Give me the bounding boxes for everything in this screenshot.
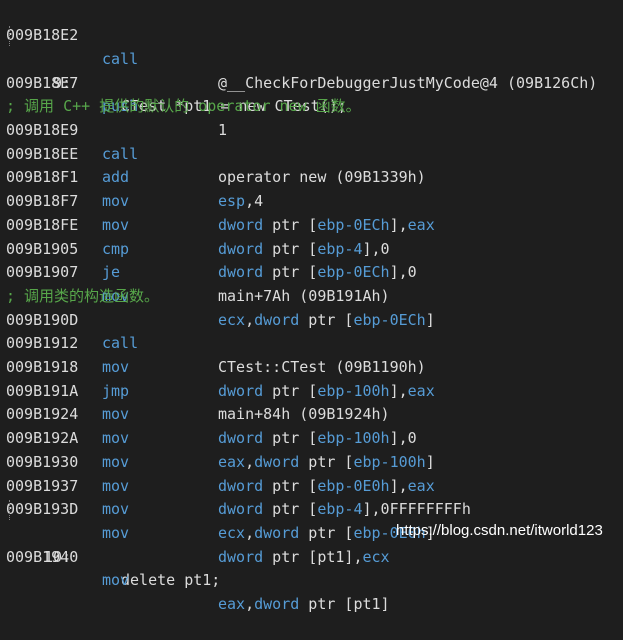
operand-text: , bbox=[245, 595, 255, 613]
asm-line[interactable]: 009B190D call CTest::CTest (09B1190h) bbox=[0, 285, 623, 376]
asm-line[interactable]: 009B1905 je main+7Ah (09B191Ah) bbox=[0, 214, 623, 305]
asm-line[interactable]: 009B1930 mov dword ptr [ebp-4],0FFFFFFFF… bbox=[0, 427, 623, 518]
source-code: delete pt1; bbox=[121, 571, 221, 590]
asm-line[interactable]: 009B1918 jmp main+84h (09B1924h) bbox=[0, 332, 623, 423]
asm-line[interactable]: 009B18EE add esp,4 bbox=[0, 119, 623, 210]
disassembly-view[interactable]: 009B18E2 call @__CheckForDebuggerJustMyC… bbox=[0, 0, 623, 613]
size-keyword: dword bbox=[254, 595, 300, 613]
asm-line[interactable]: 009B18F7 mov dword ptr [ebp-4],0 bbox=[0, 166, 623, 257]
source-line[interactable]: 9: CTest *pt1 = new CTest(); bbox=[0, 24, 623, 115]
register: ecx bbox=[362, 547, 390, 566]
operands: dword ptr [pt1],ecx bbox=[218, 546, 390, 570]
indent-guide bbox=[9, 26, 11, 47]
register: eax bbox=[218, 595, 246, 613]
operand-text: ptr [pt1] bbox=[299, 595, 390, 613]
asm-line[interactable]: 009B1907 mov ecx,dword ptr [ebp-0ECh] bbox=[0, 238, 623, 328]
source-line[interactable]: 10: delete pt1; bbox=[0, 498, 623, 589]
watermark-text: https://blog.csdn.net/itworld123 bbox=[396, 522, 603, 539]
mnemonic: mov bbox=[102, 571, 130, 590]
asm-line[interactable]: 009B18E2 call @__CheckForDebuggerJustMyC… bbox=[0, 1, 623, 91]
operand-text: ptr [pt1], bbox=[263, 547, 363, 566]
asm-line[interactable]: 009B193D mov dword ptr [pt1],ecx bbox=[0, 475, 623, 565]
asm-line[interactable]: 009B191A mov dword ptr [ebp-100h],0 bbox=[0, 356, 623, 447]
operands: eax,dword ptr [pt1] bbox=[218, 593, 390, 617]
comment-line[interactable]: ; 调用 C++ 提供的默认的 operator new 函数。 bbox=[0, 72, 623, 115]
address: 009B1940 bbox=[6, 547, 79, 566]
asm-line[interactable]: 009B1937 mov ecx,dword ptr [ebp-0E0h] bbox=[0, 451, 623, 542]
asm-line[interactable]: 009B18E7 push 1 bbox=[0, 48, 623, 139]
size-keyword: dword bbox=[218, 547, 264, 566]
asm-line[interactable]: 009B1924 mov eax,dword ptr [ebp-100h] bbox=[0, 380, 623, 470]
asm-line[interactable]: 009B1912 mov dword ptr [ebp-100h],eax bbox=[0, 309, 623, 399]
asm-line[interactable]: 009B18E9 call operator new (09B1339h) bbox=[0, 95, 623, 186]
indent-guide bbox=[9, 500, 11, 521]
comment-line[interactable]: ; 调用类的构造函数。 bbox=[0, 261, 623, 305]
asm-line[interactable]: 009B18F1 mov dword ptr [ebp-0ECh],eax bbox=[0, 143, 623, 233]
asm-line[interactable]: 009B192A mov dword ptr [ebp-0E0h],eax bbox=[0, 403, 623, 494]
asm-line[interactable]: 009B18FE cmp dword ptr [ebp-0ECh],0 bbox=[0, 190, 623, 281]
